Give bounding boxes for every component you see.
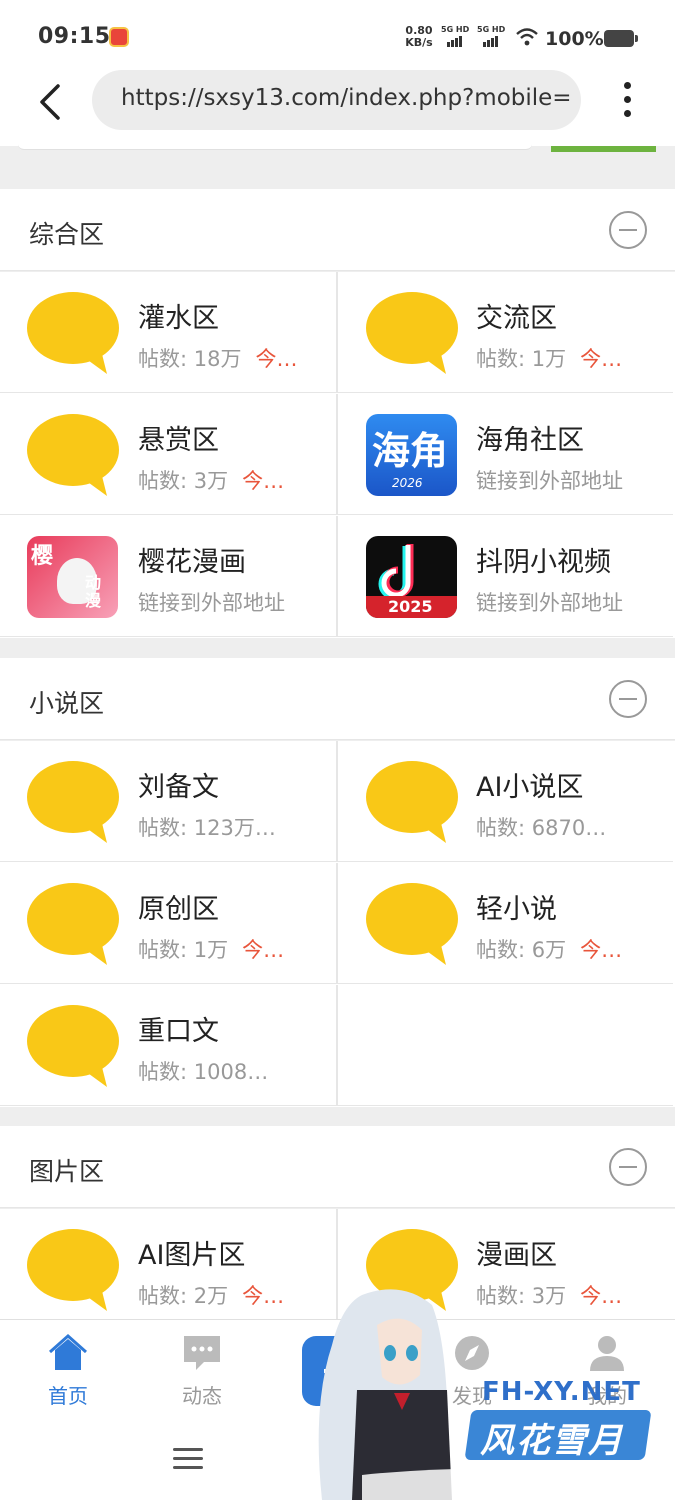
forum-name: 海角社区 [476,425,584,456]
tab-feed[interactable]: 动态 [152,1334,252,1408]
speech-bubble-icon [27,761,119,843]
forum-stats: 帖数: 6870… [476,816,607,840]
forum-grid-novels: 刘备文 帖数: 123万… AI小说区 帖数: 6870… 原创区 帖数: 1万… [0,741,675,1107]
home-icon [49,1334,87,1370]
haijiao-app-logo-icon: 海角 2026 [366,414,457,496]
forum-stats: 帖数: 18万 今… [138,347,298,371]
forum-item[interactable]: 樱 动漫 樱花漫画 链接到外部地址 [0,516,337,637]
clock: 09:15 [38,24,111,49]
watermark-name: 风花雪月 [480,1421,624,1461]
battery-percent: 100% [545,28,604,50]
forum-item[interactable]: 重口文 帖数: 1008… [0,985,337,1106]
wifi-icon [516,28,538,46]
search-button-edge [551,146,656,152]
forum-stats: 链接到外部地址 [476,469,623,493]
address-bar[interactable]: https://sxsy13.com/index.php?mobile= [92,70,581,130]
speech-bubble-icon [27,414,119,496]
forum-name: 樱花漫画 [138,547,246,578]
forum-item[interactable]: AI图片区 帖数: 2万 今… [0,1209,337,1330]
speech-bubble-icon [366,292,458,374]
section-header-images[interactable]: 图片区 [0,1126,675,1208]
forum-item[interactable]: 悬赏区 帖数: 3万 今… [0,394,337,515]
forum-stats: 帖数: 1万 今… [138,938,285,962]
forum-stats: 帖数: 3万 今… [138,469,285,493]
url-text: https://sxsy13.com/index.php?mobile= [121,85,572,111]
forum-stats: 帖数: 1万 今… [476,347,623,371]
forum-name: 漫画区 [476,1240,557,1271]
forum-stats: 帖数: 6万 今… [476,938,623,962]
forum-stats: 帖数: 1008… [138,1060,269,1084]
forum-item[interactable]: 海角 2026 海角社区 链接到外部地址 [336,394,673,515]
douyin-app-logo-icon: 2025 [366,536,457,618]
signal-icon: 5G HD [441,25,473,49]
browser-toolbar: https://sxsy13.com/index.php?mobile= [0,66,675,146]
collapse-icon[interactable] [609,680,647,718]
search-strip-edge [0,142,675,190]
forum-stats: 帖数: 123万… [138,816,276,840]
forum-name: 抖阴小视频 [476,547,611,578]
forum-stats: 链接到外部地址 [476,591,623,615]
forum-item[interactable]: 刘备文 帖数: 123万… [0,741,337,862]
notification-app-icon [109,27,129,47]
empty-cell [336,985,673,1106]
forum-name: 重口文 [138,1016,219,1047]
forum-name: 悬赏区 [138,425,219,456]
speech-bubble-icon [366,883,458,965]
forum-name: AI图片区 [138,1240,246,1271]
forum-name: 刘备文 [138,772,219,803]
forum-item[interactable]: 原创区 帖数: 1万 今… [0,863,337,984]
chat-icon [184,1336,220,1370]
forum-stats: 帖数: 2万 今… [138,1284,285,1308]
section-title: 图片区 [29,1157,105,1186]
section-title: 小说区 [29,689,105,718]
forum-name: 交流区 [476,303,557,334]
speech-bubble-icon [27,1229,119,1311]
speech-bubble-icon [27,1005,119,1087]
tab-label: 动态 [182,1384,222,1408]
forum-item[interactable]: 轻小说 帖数: 6万 今… [336,863,673,984]
speech-bubble-icon [27,883,119,965]
watermark-site: FH-XY.NET [482,1377,641,1407]
forum-stats: 链接到外部地址 [138,591,285,615]
forum-name: 轻小说 [476,894,557,925]
collapse-icon[interactable] [609,1148,647,1186]
section-header-general[interactable]: 综合区 [0,189,675,271]
tab-label: 首页 [48,1384,88,1408]
forum-name: AI小说区 [476,772,584,803]
network-speed: 0.80 KB/s [405,24,433,49]
forum-item[interactable]: AI小说区 帖数: 6870… [336,741,673,862]
forum-item[interactable]: 交流区 帖数: 1万 今… [336,272,673,393]
system-menu-icon[interactable] [173,1448,203,1470]
back-arrow-icon[interactable] [30,80,74,124]
search-box-edge [18,142,532,150]
signal-icon-2: 5G HD [477,25,509,49]
section-header-novels[interactable]: 小说区 [0,658,675,740]
speech-bubble-icon [366,761,458,843]
status-bar: 09:15 0.80 KB/s 5G HD 5G HD 100% [0,0,675,66]
sakura-manga-app-logo-icon: 樱 动漫 [27,536,118,618]
forum-item[interactable]: 灌水区 帖数: 18万 今… [0,272,337,393]
forum-grid-general: 灌水区 帖数: 18万 今… 交流区 帖数: 1万 今… 悬赏区 帖数: 3万 今… … [0,272,675,638]
collapse-icon[interactable] [609,211,647,249]
forum-name: 原创区 [138,894,219,925]
site-watermark: FH-XY.NET 风花雪月 [302,1285,675,1500]
forum-name: 灌水区 [138,303,219,334]
speech-bubble-icon [27,292,119,374]
more-menu-icon[interactable] [612,80,644,120]
battery-icon [604,30,638,47]
section-title: 综合区 [29,220,105,249]
tab-home[interactable]: 首页 [18,1334,118,1408]
forum-item[interactable]: 2025 抖阴小视频 链接到外部地址 [336,516,673,637]
